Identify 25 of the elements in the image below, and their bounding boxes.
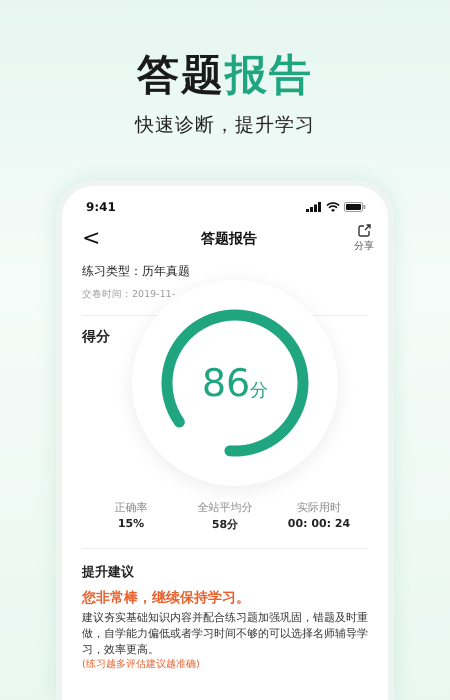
practice-type: 练习类型：历年真题 xyxy=(82,263,191,280)
screen-title: 答题报告 xyxy=(201,230,258,248)
score-label: 得分 xyxy=(82,328,111,346)
advice-note: (练习越多评估建议越准确) xyxy=(82,658,201,672)
submit-time: 交卷时间：2019-11- xyxy=(82,288,176,301)
back-button[interactable]: < xyxy=(78,228,104,250)
advice-headline: 您非常棒，继续保持学习。 xyxy=(82,589,251,607)
stat-value: 15% xyxy=(118,517,144,530)
section-title: 提升建议 xyxy=(82,564,135,581)
stat-value: 58分 xyxy=(212,517,238,532)
battery-icon xyxy=(344,202,366,212)
headline-accent: 报告 xyxy=(225,50,313,99)
share-button[interactable]: 分享 xyxy=(354,224,374,253)
headline: 答题 xyxy=(137,50,225,99)
stat-value: 00: 00: 24 xyxy=(288,517,350,530)
stat-label: 正确率 xyxy=(114,500,148,515)
wifi-icon xyxy=(326,202,340,212)
signal-icon xyxy=(306,202,322,212)
score-value: 86分 xyxy=(202,361,268,405)
stat-label: 实际用时 xyxy=(297,500,341,515)
subtitle: 快速诊断，提升学习 xyxy=(135,113,315,138)
share-icon xyxy=(358,224,370,237)
stat-label: 全站平均分 xyxy=(198,500,252,515)
advice-text: 建议夯实基础知识内容并配合练习题加强巩固，错题及时重做，自学能力偏低或者学习时间不够的可以选择名师辅导学习，效率更高。 xyxy=(82,610,368,658)
status-time: 9:41 xyxy=(86,200,116,214)
